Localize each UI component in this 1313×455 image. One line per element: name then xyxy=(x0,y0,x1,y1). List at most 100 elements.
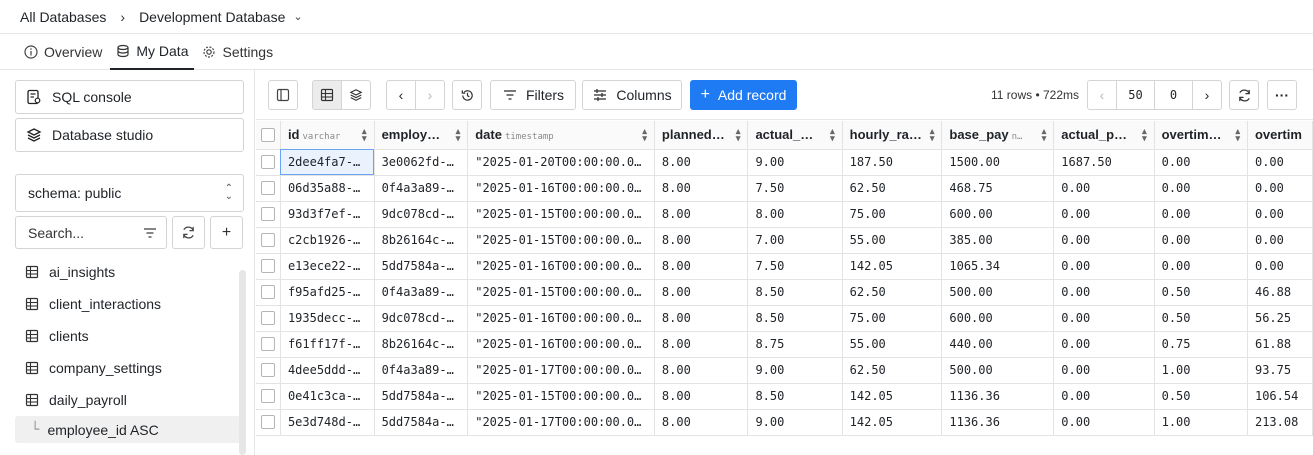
refresh-data-button[interactable] xyxy=(1229,80,1259,110)
table-cell[interactable]: 8.00 xyxy=(654,149,749,176)
sort-updown-icon[interactable]: ▴ ▾ xyxy=(830,126,835,142)
sort-updown-icon[interactable]: ▴ ▾ xyxy=(1042,126,1047,142)
filter-icon[interactable] xyxy=(142,225,158,241)
table-cell[interactable]: 0.00 xyxy=(1053,357,1155,384)
page-size-input[interactable]: 50 xyxy=(1116,80,1155,110)
column-header[interactable]: actual_p… ▴ ▾ xyxy=(1053,121,1155,150)
table-cell[interactable]: 0.00 xyxy=(1053,409,1155,436)
table-row[interactable]: f61ff17f-… 8b26164c-… "2025-01-16T00:00:00… xyxy=(256,331,1313,358)
table-cell[interactable]: "2025-01-17T00:00:00.0… xyxy=(467,409,655,436)
table-row[interactable]: 1935decc-… 9dc078cd-… "2025-01-16T00:00:00… xyxy=(256,305,1313,332)
database-studio-button[interactable]: Database studio xyxy=(15,118,244,152)
more-options-button[interactable]: ··· xyxy=(1267,80,1297,110)
table-cell[interactable]: 0.00 xyxy=(1247,227,1313,254)
table-cell[interactable]: 9dc078cd-… xyxy=(374,201,469,228)
table-cell[interactable]: 62.50 xyxy=(842,175,943,202)
table-cell[interactable]: 8.00 xyxy=(654,409,749,436)
table-cell[interactable]: 1136.36 xyxy=(941,383,1055,410)
row-checkbox[interactable] xyxy=(260,337,275,351)
table-cell[interactable]: 0.00 xyxy=(1247,201,1313,228)
table-cell[interactable]: 75.00 xyxy=(842,305,943,332)
table-cell[interactable]: 8.00 xyxy=(654,357,749,384)
row-checkbox[interactable] xyxy=(260,233,275,247)
sort-updown-icon[interactable]: ▴ ▾ xyxy=(736,126,741,142)
breadcrumb-all-databases[interactable]: All Databases xyxy=(20,9,106,25)
row-checkbox[interactable] xyxy=(260,259,275,273)
sidebar-table-item[interactable]: clients xyxy=(15,320,240,352)
table-cell[interactable]: "2025-01-15T00:00:00.0… xyxy=(467,227,655,254)
table-cell[interactable]: 5dd7584a-… xyxy=(374,409,469,436)
table-cell[interactable]: 61.88 xyxy=(1247,331,1313,358)
table-cell[interactable]: f61ff17f-… xyxy=(280,331,375,358)
column-header[interactable]: hourly_ra… ▴ ▾ xyxy=(842,121,943,150)
chevron-down-icon[interactable]: ⌄ xyxy=(293,10,302,23)
table-cell[interactable]: 0.00 xyxy=(1053,253,1155,280)
row-checkbox[interactable] xyxy=(260,285,275,299)
column-header[interactable]: date timestamp ▴ ▾ xyxy=(467,121,655,150)
toggle-sidebar-button[interactable] xyxy=(268,80,298,110)
table-cell[interactable]: 0.75 xyxy=(1154,331,1248,358)
sidebar-table-item[interactable]: company_settings xyxy=(15,352,240,384)
table-cell[interactable]: "2025-01-17T00:00:00.0… xyxy=(467,357,655,384)
column-header[interactable]: overtim xyxy=(1247,121,1313,150)
table-cell[interactable]: 7.50 xyxy=(747,175,843,202)
table-cell[interactable]: 5dd7584a-… xyxy=(374,253,469,280)
column-header[interactable]: employ… ▴ ▾ xyxy=(374,121,469,150)
table-cell[interactable]: 0.00 xyxy=(1053,305,1155,332)
table-cell[interactable]: f95afd25-… xyxy=(280,279,375,306)
tab-settings[interactable]: Settings xyxy=(196,34,279,70)
table-cell[interactable]: 0.00 xyxy=(1053,201,1155,228)
column-header[interactable]: overtim… ▴ ▾ xyxy=(1154,121,1248,150)
history-button[interactable] xyxy=(452,80,482,110)
table-cell[interactable]: 0.00 xyxy=(1053,175,1155,202)
table-cell[interactable]: 0.00 xyxy=(1247,149,1313,176)
table-row[interactable]: 93d3f7ef-… 9dc078cd-… "2025-01-15T00:00:00… xyxy=(256,201,1313,228)
next-button[interactable]: › xyxy=(415,80,445,110)
row-checkbox[interactable] xyxy=(260,363,275,377)
table-cell[interactable]: 8.00 xyxy=(654,253,749,280)
table-row[interactable]: 2dee4fa7-… 3e0062fd-… "2025-01-20T00:00:00… xyxy=(256,149,1313,176)
table-cell[interactable]: 600.00 xyxy=(941,305,1055,332)
table-cell[interactable]: 7.00 xyxy=(747,227,843,254)
column-header[interactable]: actual_… ▴ ▾ xyxy=(747,121,843,150)
table-cell[interactable]: 500.00 xyxy=(941,279,1055,306)
table-cell[interactable]: 8.00 xyxy=(654,305,749,332)
row-checkbox[interactable] xyxy=(260,415,275,429)
table-cell[interactable]: 9.00 xyxy=(747,149,843,176)
table-cell[interactable]: 0.00 xyxy=(1053,279,1155,306)
table-cell[interactable]: "2025-01-20T00:00:00.0… xyxy=(467,149,655,176)
table-cell[interactable]: 8.00 xyxy=(654,175,749,202)
table-cell[interactable]: 7.50 xyxy=(747,253,843,280)
sort-updown-icon[interactable]: ▴ ▾ xyxy=(1235,126,1240,142)
table-cell[interactable]: 8.00 xyxy=(654,201,749,228)
table-cell[interactable]: 0.00 xyxy=(1247,253,1313,280)
table-cell[interactable]: 93d3f7ef-… xyxy=(280,201,375,228)
table-cell[interactable]: 1.00 xyxy=(1154,409,1248,436)
table-cell[interactable]: 0.00 xyxy=(1247,175,1313,202)
sidebar-scrollbar[interactable] xyxy=(239,270,246,455)
table-cell[interactable]: 8.50 xyxy=(747,305,843,332)
page-prev-button[interactable]: ‹ xyxy=(1087,80,1117,110)
offset-input[interactable]: 0 xyxy=(1154,80,1193,110)
table-cell[interactable]: 213.08 xyxy=(1247,409,1313,436)
sort-updown-icon[interactable]: ▴ ▾ xyxy=(1142,126,1147,142)
table-cell[interactable]: 9.00 xyxy=(747,357,843,384)
table-cell[interactable]: 0.00 xyxy=(1154,149,1248,176)
sidebar-table-item[interactable]: client_interactions xyxy=(15,288,240,320)
table-cell[interactable]: 8.75 xyxy=(747,331,843,358)
table-cell[interactable]: 142.05 xyxy=(842,409,943,436)
table-cell[interactable]: 500.00 xyxy=(941,357,1055,384)
sort-updown-icon[interactable]: ▴ ▾ xyxy=(362,126,367,142)
table-cell[interactable]: 8.50 xyxy=(747,383,843,410)
table-cell[interactable]: 0.00 xyxy=(1154,253,1248,280)
columns-button[interactable]: Columns xyxy=(582,80,682,110)
table-cell[interactable]: 0.00 xyxy=(1053,331,1155,358)
table-cell[interactable]: 0f4a3a89-… xyxy=(374,175,469,202)
table-cell[interactable]: 187.50 xyxy=(842,149,943,176)
table-cell[interactable]: 8.00 xyxy=(654,227,749,254)
sql-console-button[interactable]: SQL console xyxy=(15,80,244,114)
tab-my-data[interactable]: My Data xyxy=(110,34,195,70)
column-header[interactable]: base_pay n… ▴ ▾ xyxy=(941,121,1055,150)
table-cell[interactable]: 46.88 xyxy=(1247,279,1313,306)
sidebar-table-item[interactable]: daily_payroll xyxy=(15,384,240,416)
